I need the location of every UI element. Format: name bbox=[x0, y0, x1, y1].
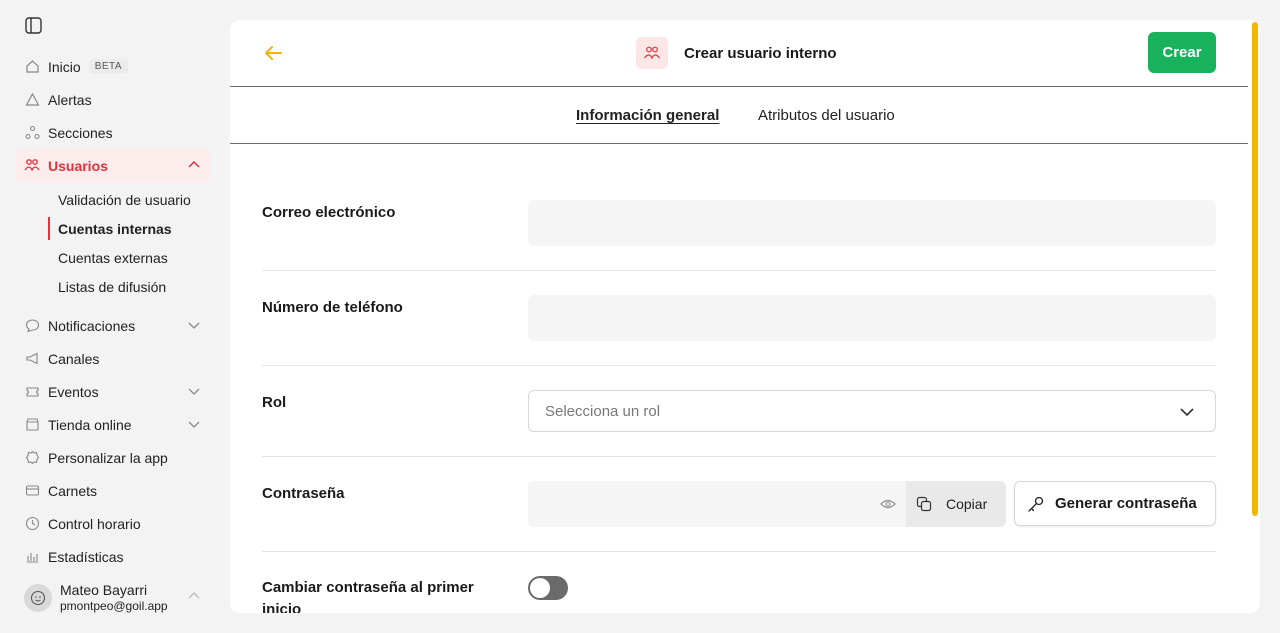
role-placeholder: Selecciona un rol bbox=[545, 402, 661, 420]
back-arrow-icon[interactable] bbox=[262, 42, 284, 64]
subnav-validacion[interactable]: Validación de usuario bbox=[48, 185, 210, 214]
panel-header: Crear usuario interno Crear bbox=[230, 20, 1248, 87]
subnav-cuentas-externas[interactable]: Cuentas externas bbox=[48, 243, 210, 272]
chevron-down-icon[interactable] bbox=[188, 319, 200, 331]
generate-password-button[interactable]: Generar contraseña bbox=[1014, 481, 1216, 526]
sidebar-item-carnets[interactable]: Carnets bbox=[16, 474, 210, 507]
home-icon bbox=[24, 59, 40, 75]
beta-badge: BETA bbox=[88, 59, 129, 74]
sidebar-item-estadisticas[interactable]: Estadísticas bbox=[16, 540, 210, 573]
sidebar-item-alertas[interactable]: Alertas bbox=[16, 83, 210, 116]
change-password-label: Cambiar contraseña al primer inicio bbox=[262, 579, 474, 613]
chevron-up-icon[interactable] bbox=[188, 159, 200, 171]
password-input[interactable] bbox=[528, 481, 906, 527]
avatar bbox=[24, 584, 52, 612]
sidebar-toggle-icon[interactable] bbox=[25, 17, 42, 34]
users-subnav: Validación de usuario Cuentas internas C… bbox=[16, 185, 210, 301]
sidebar-item-tienda[interactable]: Tienda online bbox=[16, 408, 210, 441]
subnav-label: Cuentas externas bbox=[58, 249, 168, 266]
generate-label: Generar contraseña bbox=[1055, 495, 1197, 512]
sidebar-item-inicio[interactable]: Inicio BETA bbox=[16, 50, 210, 83]
megaphone-icon bbox=[24, 351, 40, 367]
subnav-label: Validación de usuario bbox=[58, 191, 191, 208]
alert-icon bbox=[24, 92, 40, 108]
sidebar-item-eventos[interactable]: Eventos bbox=[16, 375, 210, 408]
clock-icon bbox=[24, 516, 40, 532]
tabs: Información general Atributos del usuari… bbox=[230, 87, 1248, 144]
sidebar-nav: Inicio BETA Alertas Secciones Usuarios V… bbox=[16, 50, 210, 573]
events-icon bbox=[24, 384, 40, 400]
change-password-toggle[interactable] bbox=[528, 576, 568, 600]
subnav-listas-difusion[interactable]: Listas de difusión bbox=[48, 272, 210, 301]
sidebar-item-label: Tienda online bbox=[48, 416, 132, 433]
chat-icon bbox=[24, 318, 40, 334]
main-panel: Crear usuario interno Crear Información … bbox=[230, 20, 1260, 613]
role-row: Rol Selecciona un rol bbox=[262, 366, 1216, 457]
face-icon bbox=[30, 590, 46, 606]
phone-row: Número de teléfono bbox=[262, 271, 1216, 366]
user-card[interactable]: Mateo Bayarri pmontpeo@goil.app bbox=[24, 578, 210, 618]
password-row: Contraseña Copiar Generar contraseña bbox=[262, 457, 1216, 552]
email-field[interactable] bbox=[528, 200, 1216, 246]
card-icon bbox=[24, 483, 40, 499]
chevron-down-icon[interactable] bbox=[188, 418, 200, 430]
sidebar-item-label: Usuarios bbox=[48, 157, 108, 174]
customize-icon bbox=[24, 450, 40, 466]
sidebar-item-label: Alertas bbox=[48, 91, 92, 108]
users-icon bbox=[636, 37, 668, 69]
sidebar-item-label: Notificaciones bbox=[48, 317, 136, 334]
stats-icon bbox=[24, 549, 40, 565]
sidebar-item-personalizar[interactable]: Personalizar la app bbox=[16, 441, 210, 474]
copy-icon bbox=[916, 496, 932, 512]
password-label: Contraseña bbox=[262, 485, 345, 502]
sidebar-item-control-horario[interactable]: Control horario bbox=[16, 507, 210, 540]
copy-label: Copiar bbox=[946, 496, 988, 512]
phone-field[interactable] bbox=[528, 295, 1216, 341]
page-title: Crear usuario interno bbox=[684, 44, 837, 62]
email-label: Correo electrónico bbox=[262, 204, 396, 221]
chevron-down-icon bbox=[1180, 408, 1194, 417]
tab-informacion-general[interactable]: Información general bbox=[576, 107, 719, 124]
sidebar-item-label: Eventos bbox=[48, 383, 99, 400]
sidebar-item-label: Canales bbox=[48, 350, 100, 367]
subnav-label: Listas de difusión bbox=[58, 278, 167, 295]
sidebar-item-notificaciones[interactable]: Notificaciones bbox=[16, 309, 210, 342]
sidebar-item-label: Personalizar la app bbox=[48, 449, 168, 466]
role-select[interactable]: Selecciona un rol bbox=[528, 390, 1216, 432]
email-row: Correo electrónico bbox=[262, 144, 1216, 271]
chevron-up-icon[interactable] bbox=[188, 590, 200, 602]
phone-label: Número de teléfono bbox=[262, 299, 403, 316]
role-label: Rol bbox=[262, 394, 287, 411]
key-icon bbox=[1028, 496, 1044, 512]
sidebar-item-canales[interactable]: Canales bbox=[16, 342, 210, 375]
subnav-cuentas-internas[interactable]: Cuentas internas bbox=[48, 214, 210, 243]
sidebar: Inicio BETA Alertas Secciones Usuarios V… bbox=[0, 0, 220, 633]
sidebar-item-label: Carnets bbox=[48, 482, 98, 499]
users-icon bbox=[24, 158, 40, 174]
create-button[interactable]: Crear bbox=[1148, 32, 1216, 73]
user-name: Mateo Bayarri bbox=[60, 582, 148, 598]
sidebar-item-secciones[interactable]: Secciones bbox=[16, 116, 210, 149]
change-password-row: Cambiar contraseña al primer inicio bbox=[262, 552, 1216, 613]
sidebar-item-label: Estadísticas bbox=[48, 548, 124, 565]
copy-button[interactable]: Copiar bbox=[906, 481, 1006, 527]
eye-icon[interactable] bbox=[880, 496, 896, 512]
sidebar-item-label: Inicio bbox=[48, 58, 81, 75]
tab-atributos-usuario[interactable]: Atributos del usuario bbox=[758, 107, 895, 124]
sidebar-item-label: Control horario bbox=[48, 515, 141, 532]
sidebar-item-label: Secciones bbox=[48, 124, 113, 141]
sidebar-item-usuarios[interactable]: Usuarios bbox=[16, 149, 210, 182]
title-wrap: Crear usuario interno bbox=[636, 37, 837, 69]
subnav-label: Cuentas internas bbox=[58, 220, 172, 237]
user-email: pmontpeo@goil.app bbox=[60, 599, 168, 613]
scrollbar[interactable] bbox=[1252, 22, 1258, 516]
sections-icon bbox=[24, 125, 40, 141]
chevron-down-icon[interactable] bbox=[188, 385, 200, 397]
store-icon bbox=[24, 417, 40, 433]
